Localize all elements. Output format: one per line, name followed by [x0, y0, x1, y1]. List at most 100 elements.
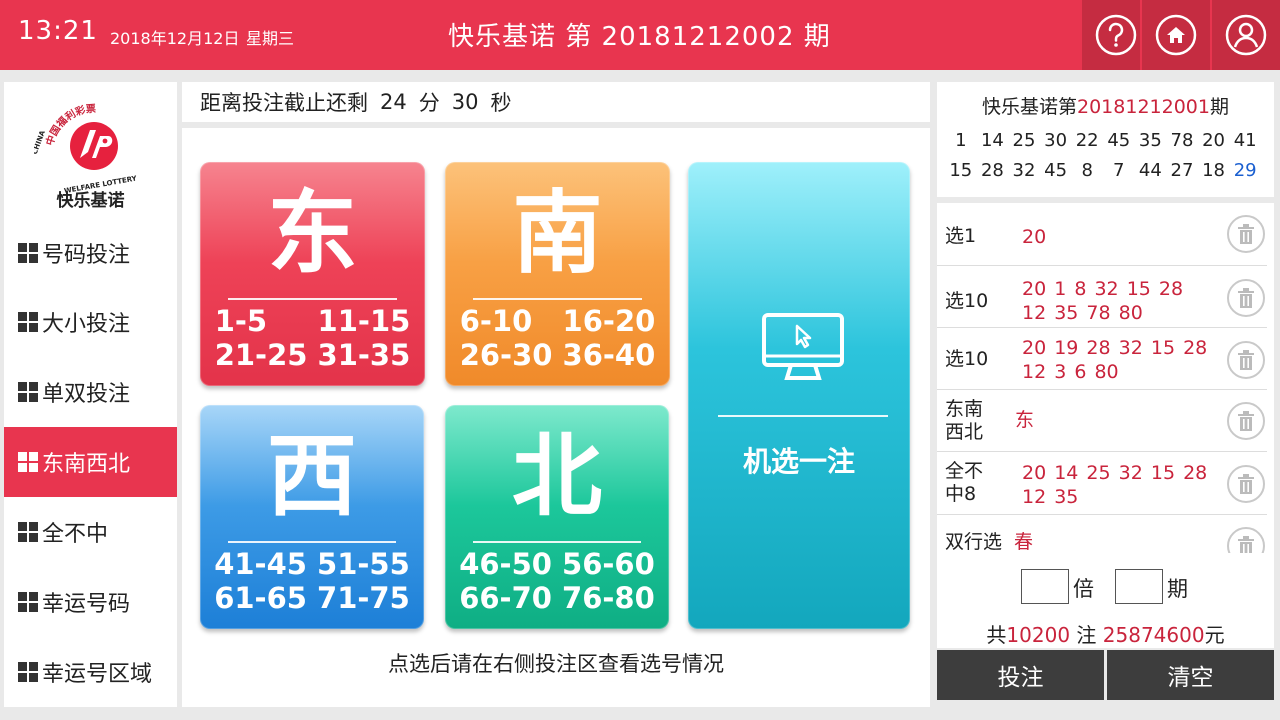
grid-icon — [18, 382, 38, 402]
date: 2018年12月12日 — [110, 29, 240, 48]
trash-icon — [1238, 474, 1254, 494]
sidebar-item-lucky-number[interactable]: 幸运号码 — [4, 567, 177, 637]
tile-range-row1: 6-10 16-20 — [459, 304, 656, 338]
sidebar-item-odd-even[interactable]: 单双投注 — [4, 357, 177, 427]
tile-range-row1: 1-5 11-15 — [214, 304, 411, 338]
sidebar-item-label: 单双投注 — [42, 382, 131, 407]
draw-number: 20 — [1202, 130, 1225, 151]
last-draw-panel: 快乐基诺第20181212001期 1 14 25 30 22 45 35 78… — [937, 82, 1274, 197]
countdown-seconds: 30 — [451, 90, 479, 114]
total-amount: 25874600 — [1102, 623, 1205, 647]
list-item: 选10 20 19 28 32 15 28 12 3 6 80 — [937, 328, 1267, 390]
periods-input[interactable] — [1115, 569, 1163, 604]
draw-number: 15 — [949, 160, 973, 181]
grid-icon — [18, 452, 38, 472]
bet-numbers: 20 19 28 32 15 28 12 3 6 80 — [1022, 337, 1208, 383]
bet-numbers: 20 1 8 32 15 28 12 35 78 80 — [1022, 278, 1184, 324]
countdown-prefix: 距离投注截止还剩 — [200, 91, 368, 115]
random-pick-button[interactable]: 机选一注 — [688, 162, 910, 629]
delete-button[interactable] — [1227, 402, 1265, 440]
west-tile[interactable]: 西 41-45 51-55 61-65 71-75 — [200, 405, 424, 629]
last-draw-suffix: 期 — [1209, 96, 1229, 118]
tile-label: 南 — [512, 181, 603, 286]
last-draw-prefix: 快乐基诺第 — [981, 96, 1077, 118]
countdown-bar: 距离投注截止还剩 24 分 30 秒 — [182, 82, 930, 122]
user-icon — [1225, 14, 1267, 56]
bet-button[interactable]: 投注 — [937, 650, 1104, 700]
tile-range-row2: 61-65 71-75 — [214, 581, 410, 615]
delete-button[interactable] — [1227, 215, 1265, 253]
multiplier-input[interactable] — [1021, 569, 1069, 604]
tile-range-row2: 21-25 31-35 — [214, 338, 411, 372]
delete-button[interactable] — [1227, 341, 1265, 379]
south-tile[interactable]: 南 6-10 16-20 26-30 36-40 — [445, 162, 670, 386]
logo-text: 快乐基诺 — [56, 191, 125, 211]
grid-icon — [18, 312, 38, 332]
bet-type: 全不中8 — [945, 460, 984, 505]
sidebar-item-lucky-zone[interactable]: 幸运号区域 — [4, 637, 177, 707]
list-item: 东南西北 东 — [937, 390, 1267, 452]
grid-icon — [18, 662, 38, 682]
clock: 13:21 — [18, 16, 98, 46]
sidebar-item-label: 东南西北 — [42, 452, 131, 477]
random-pick-label: 机选一注 — [742, 445, 855, 478]
divider — [718, 415, 888, 417]
list-item: 选10 20 1 8 32 15 28 12 35 78 80 — [937, 266, 1267, 328]
weekday: 星期三 — [246, 29, 295, 48]
divider — [473, 298, 642, 300]
draw-number: 28 — [980, 160, 1004, 181]
draw-number: 27 — [1170, 160, 1194, 181]
sidebar-item-none-hit[interactable]: 全不中 — [4, 497, 177, 567]
user-button[interactable] — [1210, 0, 1280, 70]
east-tile[interactable]: 东 1-5 11-15 21-25 31-35 — [200, 162, 425, 386]
sidebar-item-number-bet[interactable]: 号码投注 — [4, 218, 177, 288]
draw-numbers-row1: 1 14 25 30 22 45 35 78 20 41 — [945, 130, 1261, 151]
sidebar-item-label: 大小投注 — [42, 312, 131, 337]
selection-list[interactable]: 选1 20 选10 20 1 8 32 15 28 12 35 78 80 选1… — [937, 203, 1274, 553]
draw-number: 18 — [1202, 160, 1225, 181]
draw-number: 35 — [1138, 130, 1162, 151]
north-tile[interactable]: 北 46-50 56-60 66-70 76-80 — [445, 405, 669, 629]
draw-number: 78 — [1170, 130, 1194, 151]
bet-type: 双行选 — [945, 531, 1003, 553]
draw-number: 41 — [1233, 130, 1257, 151]
delete-button[interactable] — [1227, 465, 1265, 503]
sidebar-item-label: 全不中 — [42, 522, 109, 547]
sidebar-item-label: 号码投注 — [42, 243, 131, 268]
sidebar-item-label: 幸运号码 — [42, 592, 131, 617]
delete-button[interactable] — [1227, 279, 1265, 317]
sidebar: 中国福利彩票 CHINA WELFARE LOTTERY 快乐基诺 号码投注 大… — [4, 82, 177, 707]
grid-icon — [18, 243, 38, 263]
countdown-min-unit: 分 — [418, 91, 440, 115]
tile-range-row1: 46-50 56-60 — [459, 547, 655, 581]
bet-numbers: 20 14 25 32 15 28 12 35 — [1022, 462, 1208, 508]
sidebar-item-big-small[interactable]: 大小投注 — [4, 287, 177, 357]
tile-label: 西 — [267, 424, 357, 529]
draw-number: 44 — [1138, 160, 1162, 181]
draw-number: 25 — [1012, 130, 1036, 151]
help-icon — [1095, 14, 1137, 56]
clear-button[interactable]: 清空 — [1107, 650, 1274, 700]
trash-icon — [1238, 288, 1254, 308]
bet-numbers: 春 — [1014, 531, 1034, 553]
home-button[interactable] — [1140, 0, 1210, 70]
draw-numbers-row2: 15 28 32 45 8 7 44 27 18 29 — [945, 160, 1261, 181]
tile-label: 北 — [512, 424, 602, 529]
divider — [228, 298, 397, 300]
countdown-minutes: 24 — [380, 90, 407, 114]
trash-icon — [1238, 536, 1254, 553]
sidebar-item-compass[interactable]: 东南西北 — [4, 427, 177, 497]
tile-label: 东 — [267, 181, 358, 286]
game-period-title: 快乐基诺 第 20181212002 期 — [448, 22, 831, 52]
trash-icon — [1238, 411, 1254, 431]
bet-numbers: 东 — [1015, 409, 1035, 431]
delete-button[interactable] — [1227, 527, 1265, 553]
periods-unit: 期 — [1167, 577, 1188, 601]
tile-range-row2: 66-70 76-80 — [459, 581, 655, 615]
multiplier-panel: 倍 期 共10200 注 25874600元 — [937, 553, 1274, 648]
draw-number: 7 — [1113, 160, 1125, 181]
draw-number: 14 — [980, 130, 1004, 151]
draw-number: 29 — [1233, 160, 1257, 181]
home-icon — [1155, 14, 1197, 56]
last-draw-period: 20181212001 — [1077, 96, 1210, 118]
